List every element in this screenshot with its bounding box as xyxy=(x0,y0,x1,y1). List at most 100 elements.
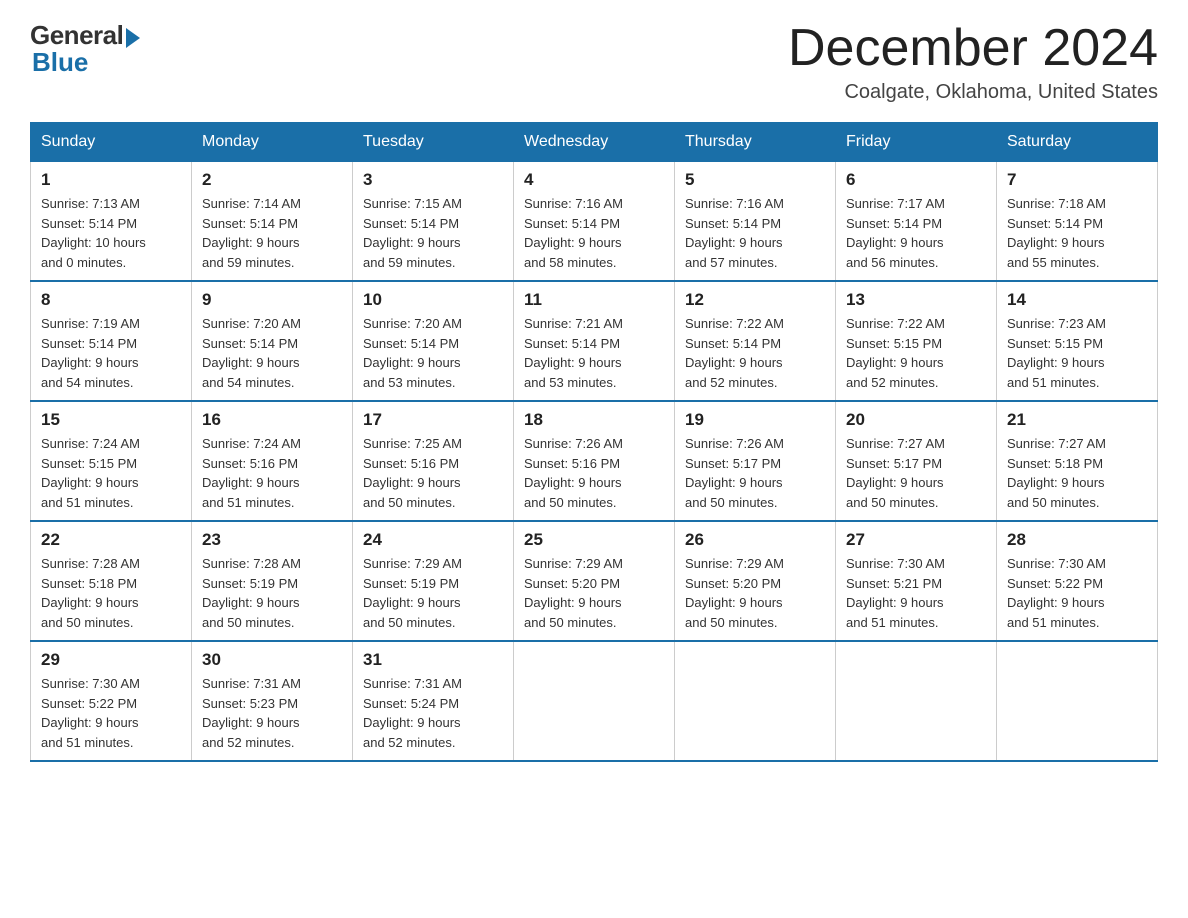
day-number: 24 xyxy=(363,530,503,550)
day-info: Sunrise: 7:16 AM Sunset: 5:14 PM Dayligh… xyxy=(524,194,664,272)
day-number: 26 xyxy=(685,530,825,550)
month-title: December 2024 xyxy=(788,20,1158,77)
day-info: Sunrise: 7:19 AM Sunset: 5:14 PM Dayligh… xyxy=(41,314,181,392)
calendar-cell: 23 Sunrise: 7:28 AM Sunset: 5:19 PM Dayl… xyxy=(192,521,353,641)
day-info: Sunrise: 7:22 AM Sunset: 5:14 PM Dayligh… xyxy=(685,314,825,392)
day-number: 31 xyxy=(363,650,503,670)
header-saturday: Saturday xyxy=(997,123,1158,162)
calendar-cell: 1 Sunrise: 7:13 AM Sunset: 5:14 PM Dayli… xyxy=(31,162,192,282)
day-number: 8 xyxy=(41,290,181,310)
day-info: Sunrise: 7:31 AM Sunset: 5:23 PM Dayligh… xyxy=(202,674,342,752)
day-info: Sunrise: 7:30 AM Sunset: 5:22 PM Dayligh… xyxy=(1007,554,1147,632)
day-number: 18 xyxy=(524,410,664,430)
calendar-cell: 30 Sunrise: 7:31 AM Sunset: 5:23 PM Dayl… xyxy=(192,641,353,761)
calendar-cell: 28 Sunrise: 7:30 AM Sunset: 5:22 PM Dayl… xyxy=(997,521,1158,641)
calendar-cell: 4 Sunrise: 7:16 AM Sunset: 5:14 PM Dayli… xyxy=(514,162,675,282)
calendar-week-1: 1 Sunrise: 7:13 AM Sunset: 5:14 PM Dayli… xyxy=(31,162,1158,282)
calendar-cell: 14 Sunrise: 7:23 AM Sunset: 5:15 PM Dayl… xyxy=(997,281,1158,401)
day-info: Sunrise: 7:26 AM Sunset: 5:16 PM Dayligh… xyxy=(524,434,664,512)
day-number: 13 xyxy=(846,290,986,310)
calendar-cell: 10 Sunrise: 7:20 AM Sunset: 5:14 PM Dayl… xyxy=(353,281,514,401)
calendar-cell xyxy=(997,641,1158,761)
day-number: 2 xyxy=(202,170,342,190)
day-info: Sunrise: 7:29 AM Sunset: 5:19 PM Dayligh… xyxy=(363,554,503,632)
day-info: Sunrise: 7:28 AM Sunset: 5:18 PM Dayligh… xyxy=(41,554,181,632)
header-friday: Friday xyxy=(836,123,997,162)
calendar-cell: 24 Sunrise: 7:29 AM Sunset: 5:19 PM Dayl… xyxy=(353,521,514,641)
day-number: 9 xyxy=(202,290,342,310)
calendar-table: SundayMondayTuesdayWednesdayThursdayFrid… xyxy=(30,122,1158,762)
day-number: 27 xyxy=(846,530,986,550)
calendar-cell: 7 Sunrise: 7:18 AM Sunset: 5:14 PM Dayli… xyxy=(997,162,1158,282)
day-number: 1 xyxy=(41,170,181,190)
calendar-cell: 5 Sunrise: 7:16 AM Sunset: 5:14 PM Dayli… xyxy=(675,162,836,282)
calendar-cell: 18 Sunrise: 7:26 AM Sunset: 5:16 PM Dayl… xyxy=(514,401,675,521)
day-number: 19 xyxy=(685,410,825,430)
calendar-cell: 15 Sunrise: 7:24 AM Sunset: 5:15 PM Dayl… xyxy=(31,401,192,521)
day-number: 4 xyxy=(524,170,664,190)
day-info: Sunrise: 7:23 AM Sunset: 5:15 PM Dayligh… xyxy=(1007,314,1147,392)
calendar-cell: 11 Sunrise: 7:21 AM Sunset: 5:14 PM Dayl… xyxy=(514,281,675,401)
day-info: Sunrise: 7:27 AM Sunset: 5:17 PM Dayligh… xyxy=(846,434,986,512)
calendar-header-row: SundayMondayTuesdayWednesdayThursdayFrid… xyxy=(31,123,1158,162)
calendar-cell: 17 Sunrise: 7:25 AM Sunset: 5:16 PM Dayl… xyxy=(353,401,514,521)
day-number: 15 xyxy=(41,410,181,430)
day-number: 28 xyxy=(1007,530,1147,550)
day-number: 23 xyxy=(202,530,342,550)
calendar-cell: 3 Sunrise: 7:15 AM Sunset: 5:14 PM Dayli… xyxy=(353,162,514,282)
day-number: 10 xyxy=(363,290,503,310)
calendar-cell: 6 Sunrise: 7:17 AM Sunset: 5:14 PM Dayli… xyxy=(836,162,997,282)
header-tuesday: Tuesday xyxy=(353,123,514,162)
day-number: 21 xyxy=(1007,410,1147,430)
logo-arrow-icon xyxy=(126,28,140,48)
calendar-week-4: 22 Sunrise: 7:28 AM Sunset: 5:18 PM Dayl… xyxy=(31,521,1158,641)
calendar-week-2: 8 Sunrise: 7:19 AM Sunset: 5:14 PM Dayli… xyxy=(31,281,1158,401)
day-info: Sunrise: 7:29 AM Sunset: 5:20 PM Dayligh… xyxy=(685,554,825,632)
calendar-cell: 16 Sunrise: 7:24 AM Sunset: 5:16 PM Dayl… xyxy=(192,401,353,521)
calendar-cell: 29 Sunrise: 7:30 AM Sunset: 5:22 PM Dayl… xyxy=(31,641,192,761)
day-info: Sunrise: 7:17 AM Sunset: 5:14 PM Dayligh… xyxy=(846,194,986,272)
calendar-cell xyxy=(514,641,675,761)
calendar-cell: 20 Sunrise: 7:27 AM Sunset: 5:17 PM Dayl… xyxy=(836,401,997,521)
day-info: Sunrise: 7:16 AM Sunset: 5:14 PM Dayligh… xyxy=(685,194,825,272)
header-thursday: Thursday xyxy=(675,123,836,162)
calendar-cell: 12 Sunrise: 7:22 AM Sunset: 5:14 PM Dayl… xyxy=(675,281,836,401)
day-number: 29 xyxy=(41,650,181,670)
calendar-cell: 19 Sunrise: 7:26 AM Sunset: 5:17 PM Dayl… xyxy=(675,401,836,521)
day-number: 20 xyxy=(846,410,986,430)
calendar-cell xyxy=(836,641,997,761)
day-info: Sunrise: 7:18 AM Sunset: 5:14 PM Dayligh… xyxy=(1007,194,1147,272)
calendar-cell: 25 Sunrise: 7:29 AM Sunset: 5:20 PM Dayl… xyxy=(514,521,675,641)
day-number: 14 xyxy=(1007,290,1147,310)
logo-blue-text: Blue xyxy=(30,47,88,78)
day-number: 6 xyxy=(846,170,986,190)
day-info: Sunrise: 7:24 AM Sunset: 5:15 PM Dayligh… xyxy=(41,434,181,512)
day-number: 12 xyxy=(685,290,825,310)
calendar-cell: 26 Sunrise: 7:29 AM Sunset: 5:20 PM Dayl… xyxy=(675,521,836,641)
day-info: Sunrise: 7:31 AM Sunset: 5:24 PM Dayligh… xyxy=(363,674,503,752)
calendar-week-3: 15 Sunrise: 7:24 AM Sunset: 5:15 PM Dayl… xyxy=(31,401,1158,521)
logo[interactable]: General Blue xyxy=(30,20,140,78)
day-info: Sunrise: 7:24 AM Sunset: 5:16 PM Dayligh… xyxy=(202,434,342,512)
calendar-cell: 2 Sunrise: 7:14 AM Sunset: 5:14 PM Dayli… xyxy=(192,162,353,282)
day-info: Sunrise: 7:30 AM Sunset: 5:22 PM Dayligh… xyxy=(41,674,181,752)
location-text: Coalgate, Oklahoma, United States xyxy=(788,81,1158,104)
day-info: Sunrise: 7:15 AM Sunset: 5:14 PM Dayligh… xyxy=(363,194,503,272)
day-number: 22 xyxy=(41,530,181,550)
calendar-cell: 27 Sunrise: 7:30 AM Sunset: 5:21 PM Dayl… xyxy=(836,521,997,641)
day-info: Sunrise: 7:20 AM Sunset: 5:14 PM Dayligh… xyxy=(363,314,503,392)
header-monday: Monday xyxy=(192,123,353,162)
calendar-cell: 31 Sunrise: 7:31 AM Sunset: 5:24 PM Dayl… xyxy=(353,641,514,761)
header-wednesday: Wednesday xyxy=(514,123,675,162)
day-number: 25 xyxy=(524,530,664,550)
day-info: Sunrise: 7:30 AM Sunset: 5:21 PM Dayligh… xyxy=(846,554,986,632)
header-sunday: Sunday xyxy=(31,123,192,162)
calendar-cell xyxy=(675,641,836,761)
day-info: Sunrise: 7:27 AM Sunset: 5:18 PM Dayligh… xyxy=(1007,434,1147,512)
day-info: Sunrise: 7:26 AM Sunset: 5:17 PM Dayligh… xyxy=(685,434,825,512)
day-info: Sunrise: 7:28 AM Sunset: 5:19 PM Dayligh… xyxy=(202,554,342,632)
day-number: 11 xyxy=(524,290,664,310)
day-number: 7 xyxy=(1007,170,1147,190)
day-number: 3 xyxy=(363,170,503,190)
calendar-cell: 13 Sunrise: 7:22 AM Sunset: 5:15 PM Dayl… xyxy=(836,281,997,401)
